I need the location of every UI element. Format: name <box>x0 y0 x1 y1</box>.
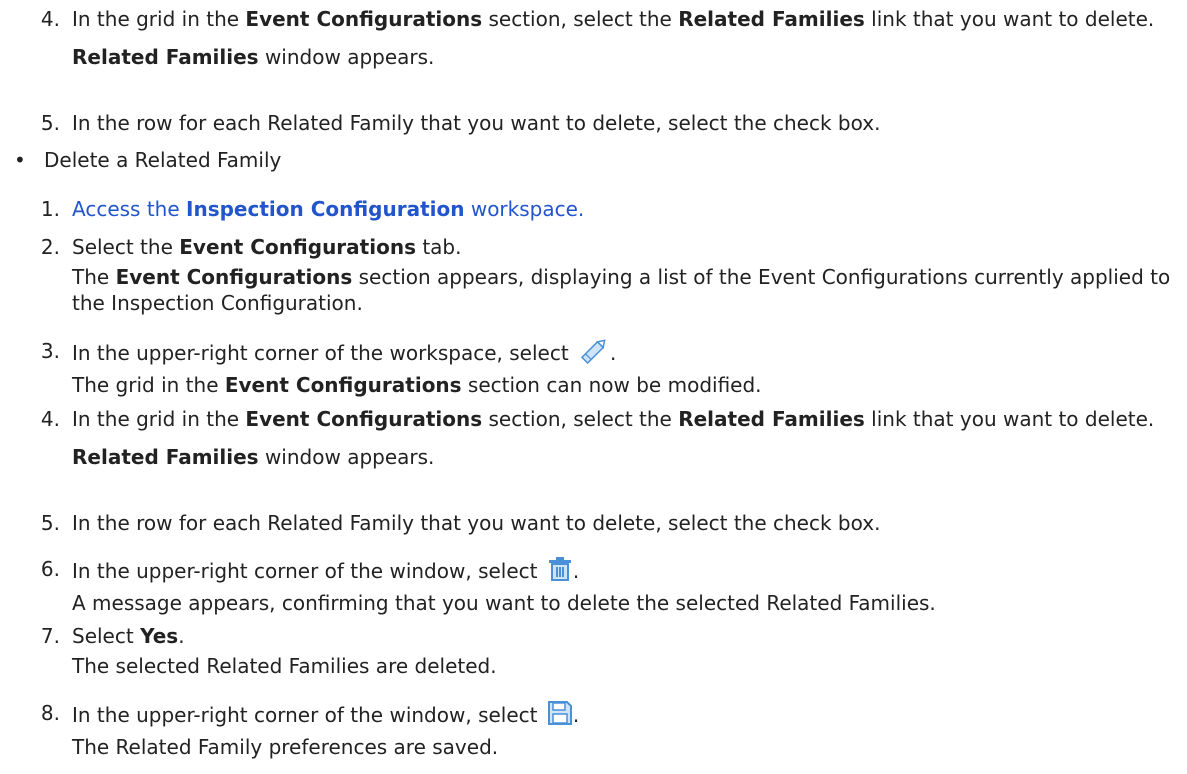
step-number: 4. <box>40 407 60 431</box>
bold-term: Event Configurations <box>245 407 483 431</box>
bullet-label: Delete a Related Family <box>44 148 282 172</box>
bold-term: Related Families <box>678 407 865 431</box>
step-number: 5. <box>40 511 60 535</box>
step-text: In the grid in the Event Configurations … <box>72 406 1177 470</box>
bullet-symbol: • <box>14 148 26 172</box>
step-result: The Event Configurations section appears… <box>72 265 1171 315</box>
bold-term: Related Families <box>678 7 865 31</box>
step-result: The selected Related Families are delete… <box>72 654 497 678</box>
pencil-icon[interactable] <box>578 338 610 370</box>
step-number: 4. <box>40 7 60 31</box>
save-icon[interactable] <box>547 700 573 732</box>
step-result: The grid in the Event Configurations sec… <box>72 373 762 397</box>
bold-term: Event Configurations <box>245 7 483 31</box>
step-number: 7. <box>40 624 60 648</box>
step-number: 1. <box>40 197 60 221</box>
step-number: 6. <box>40 557 60 581</box>
step-number: 8. <box>40 701 60 725</box>
trash-icon[interactable] <box>547 556 573 588</box>
step-text: In the upper-right corner of the workspa… <box>72 338 1177 398</box>
step-text: In the row for each Related Family that … <box>72 511 881 535</box>
step-number: 3. <box>40 339 60 363</box>
step-text: Select the Event Configurations tab. The… <box>72 234 1177 316</box>
step-result: Related Families window appears. <box>72 45 435 69</box>
step-number: 5. <box>40 111 60 135</box>
step-text: In the row for each Related Family that … <box>72 111 881 135</box>
document-page: 4. In the grid in the Event Configuratio… <box>0 0 1187 774</box>
step-text: In the upper-right corner of the window,… <box>72 700 1177 760</box>
bold-term: Event Configurations <box>179 235 416 259</box>
step-result: Related Families window appears. <box>72 445 435 469</box>
step-result: A message appears, confirming that you w… <box>72 591 936 615</box>
step-number: 2. <box>40 235 60 259</box>
step-result: The Related Family preferences are saved… <box>72 735 499 759</box>
step-text: Select Yes. The selected Related Familie… <box>72 623 1177 679</box>
access-workspace-link[interactable]: Access the Inspection Configuration work… <box>72 196 1177 222</box>
step-text: In the upper-right corner of the window,… <box>72 556 1177 616</box>
step-text: In the grid in the Event Configurations … <box>72 6 1177 70</box>
bold-term: Yes <box>140 624 179 648</box>
